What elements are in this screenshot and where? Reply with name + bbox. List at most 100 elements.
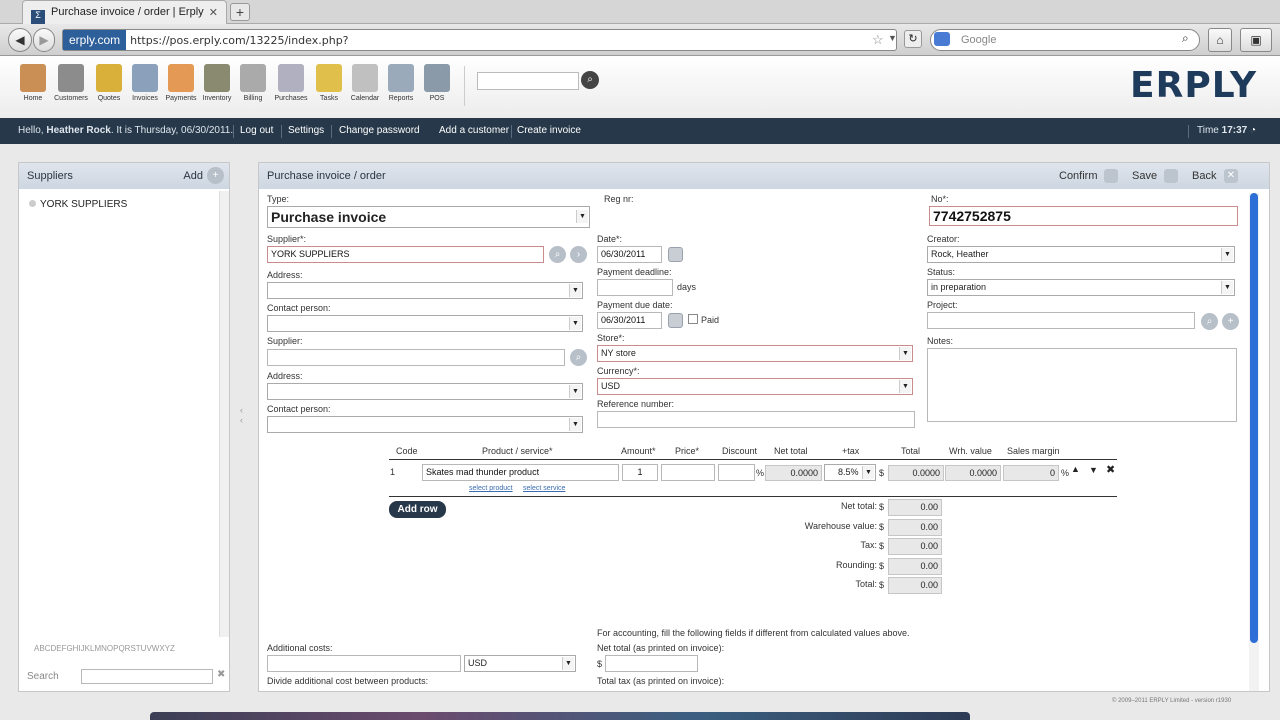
module-invoices[interactable]: Invoices	[126, 64, 164, 114]
module-quotes[interactable]: Quotes	[90, 64, 128, 114]
close-tab-icon[interactable]: ✕	[209, 6, 218, 19]
supplier-item[interactable]: YORK SUPPLIERS	[29, 199, 127, 210]
select-product-link[interactable]: select product	[469, 485, 513, 492]
module-calendar[interactable]: Calendar	[346, 64, 384, 114]
collapse-handle-icon[interactable]: ‹ ‹	[240, 405, 243, 425]
add-supplier-plus-icon[interactable]: +	[207, 167, 224, 184]
additional-currency-select[interactable]: USD ▼	[464, 655, 576, 672]
module-pos[interactable]: POS	[418, 64, 456, 114]
change-password-link[interactable]: Change password	[339, 118, 420, 144]
payments-icon	[168, 64, 194, 92]
reference-number-label: Reference number:	[597, 399, 675, 409]
add-project-plus-icon[interactable]: +	[1222, 313, 1239, 330]
create-invoice-link[interactable]: Create invoice	[517, 118, 581, 144]
add-supplier-label[interactable]: Add	[183, 163, 203, 189]
project-input[interactable]	[927, 312, 1195, 329]
save-button[interactable]: Save	[1132, 163, 1157, 189]
global-search-icon[interactable]: ⌕	[581, 71, 599, 89]
scrollbar-thumb[interactable]	[1250, 193, 1258, 643]
status-select[interactable]: in preparation ▼	[927, 279, 1235, 296]
project-label: Project:	[927, 300, 958, 310]
invoice-number-input[interactable]: 7742752875	[929, 206, 1238, 226]
module-customers[interactable]: Customers	[52, 64, 90, 114]
close-icon[interactable]: ✕	[1224, 169, 1238, 183]
move-up-icon[interactable]: ▲	[1071, 464, 1080, 474]
global-search-input[interactable]	[477, 72, 579, 90]
home-icon[interactable]: ⌂	[1208, 28, 1232, 52]
supplier2-input[interactable]	[267, 349, 565, 366]
add-customer-link[interactable]: Add a customer	[439, 118, 509, 144]
confirm-button[interactable]: Confirm	[1059, 163, 1098, 189]
price-input[interactable]	[661, 464, 715, 481]
url-dropdown-icon[interactable]: ▼	[888, 33, 897, 43]
module-home[interactable]: Home	[14, 64, 52, 114]
move-down-icon[interactable]: ▼	[1089, 465, 1098, 475]
search-supplier-icon[interactable]: ⌕	[549, 246, 566, 263]
clear-search-icon[interactable]: ✖	[217, 669, 225, 680]
select-service-link[interactable]: select service	[523, 485, 565, 492]
column-header-discount: Discount	[722, 446, 758, 456]
search-project-icon[interactable]: ⌕	[1201, 313, 1218, 330]
save-icon[interactable]	[1164, 169, 1178, 183]
search-engine-box[interactable]: Google	[930, 29, 1200, 51]
type-select[interactable]: Purchase invoice ▼	[267, 206, 590, 228]
new-tab-button[interactable]: +	[230, 3, 250, 21]
supplier-list-scrollbar[interactable]	[219, 191, 229, 637]
discount-input[interactable]	[718, 464, 755, 481]
addon-icon[interactable]: ▣	[1240, 28, 1272, 52]
calendar-icon[interactable]	[668, 247, 683, 262]
open-supplier-icon[interactable]: ›	[570, 246, 587, 263]
net-total-printed-input[interactable]	[605, 655, 698, 672]
forward-arrow-icon[interactable]: ▶	[33, 28, 55, 52]
erply-favicon-icon: Σ	[31, 10, 45, 24]
payment-deadline-input[interactable]	[597, 279, 673, 296]
module-label: Billing	[243, 95, 263, 102]
notes-textarea[interactable]	[927, 348, 1237, 422]
browser-tab[interactable]: Σ Purchase invoice / order | Erply ✕	[22, 0, 227, 24]
paid-checkbox[interactable]	[688, 314, 698, 324]
logout-link[interactable]: Log out	[240, 118, 273, 144]
supplier-input[interactable]: YORK SUPPLIERS	[267, 246, 544, 263]
module-inventory[interactable]: Inventory	[198, 64, 236, 114]
module-billing[interactable]: Billing	[234, 64, 272, 114]
additional-costs-input[interactable]	[267, 655, 461, 672]
module-payments[interactable]: Payments	[162, 64, 200, 114]
reference-number-input[interactable]	[597, 411, 915, 428]
creator-select[interactable]: Rock, Heather ▼	[927, 246, 1235, 263]
module-reports[interactable]: Reports	[382, 64, 420, 114]
amount-input[interactable]: 1	[622, 464, 658, 481]
payment-due-label: Payment due date:	[597, 300, 673, 310]
supplier-label: Supplier*:	[267, 234, 307, 244]
bookmark-star-icon[interactable]: ☆	[872, 32, 884, 48]
back-button[interactable]: Back	[1192, 163, 1216, 189]
address-select[interactable]: ▼	[267, 282, 583, 299]
url-bar[interactable]: erply.com https://pos.erply.com/13225/ind…	[62, 29, 897, 67]
reload-icon[interactable]: ↻	[904, 30, 922, 48]
delete-row-icon[interactable]: ✖	[1106, 463, 1115, 476]
calendar-icon[interactable]	[668, 313, 683, 328]
discount-percent-sign: %	[756, 468, 765, 478]
module-purchases[interactable]: Purchases	[272, 64, 310, 114]
supplier-search-input[interactable]	[81, 669, 213, 684]
back-arrow-icon[interactable]: ◀	[8, 28, 32, 52]
search-icon[interactable]: ⌕	[1182, 31, 1189, 46]
alphabet-filter[interactable]: ABCDEFGHIJKLMNOPQRSTUVWXYZ	[34, 644, 175, 653]
contact-person2-select[interactable]: ▼	[267, 416, 583, 433]
contact-person-select[interactable]: ▼	[267, 315, 583, 332]
supplier-item-label: YORK SUPPLIERS	[40, 199, 128, 210]
add-row-button[interactable]: Add row	[389, 501, 446, 518]
tax-rate-select[interactable]: 8.5% ▼	[824, 464, 876, 481]
search-supplier2-icon[interactable]: ⌕	[570, 349, 587, 366]
confirm-icon[interactable]	[1104, 169, 1118, 183]
module-tasks[interactable]: Tasks	[310, 64, 348, 114]
date-input[interactable]: 06/30/2011	[597, 246, 662, 263]
store-select[interactable]: NY store ▼	[597, 345, 913, 362]
google-icon[interactable]	[934, 32, 950, 46]
payment-due-input[interactable]: 06/30/2011	[597, 312, 662, 329]
address2-select[interactable]: ▼	[267, 383, 583, 400]
currency-select[interactable]: USD ▼	[597, 378, 913, 395]
settings-link[interactable]: Settings	[288, 118, 324, 144]
product-input[interactable]: Skates mad thunder product	[422, 464, 619, 481]
chevron-down-icon: ▼	[576, 210, 588, 223]
form-scrollbar[interactable]	[1249, 193, 1259, 691]
